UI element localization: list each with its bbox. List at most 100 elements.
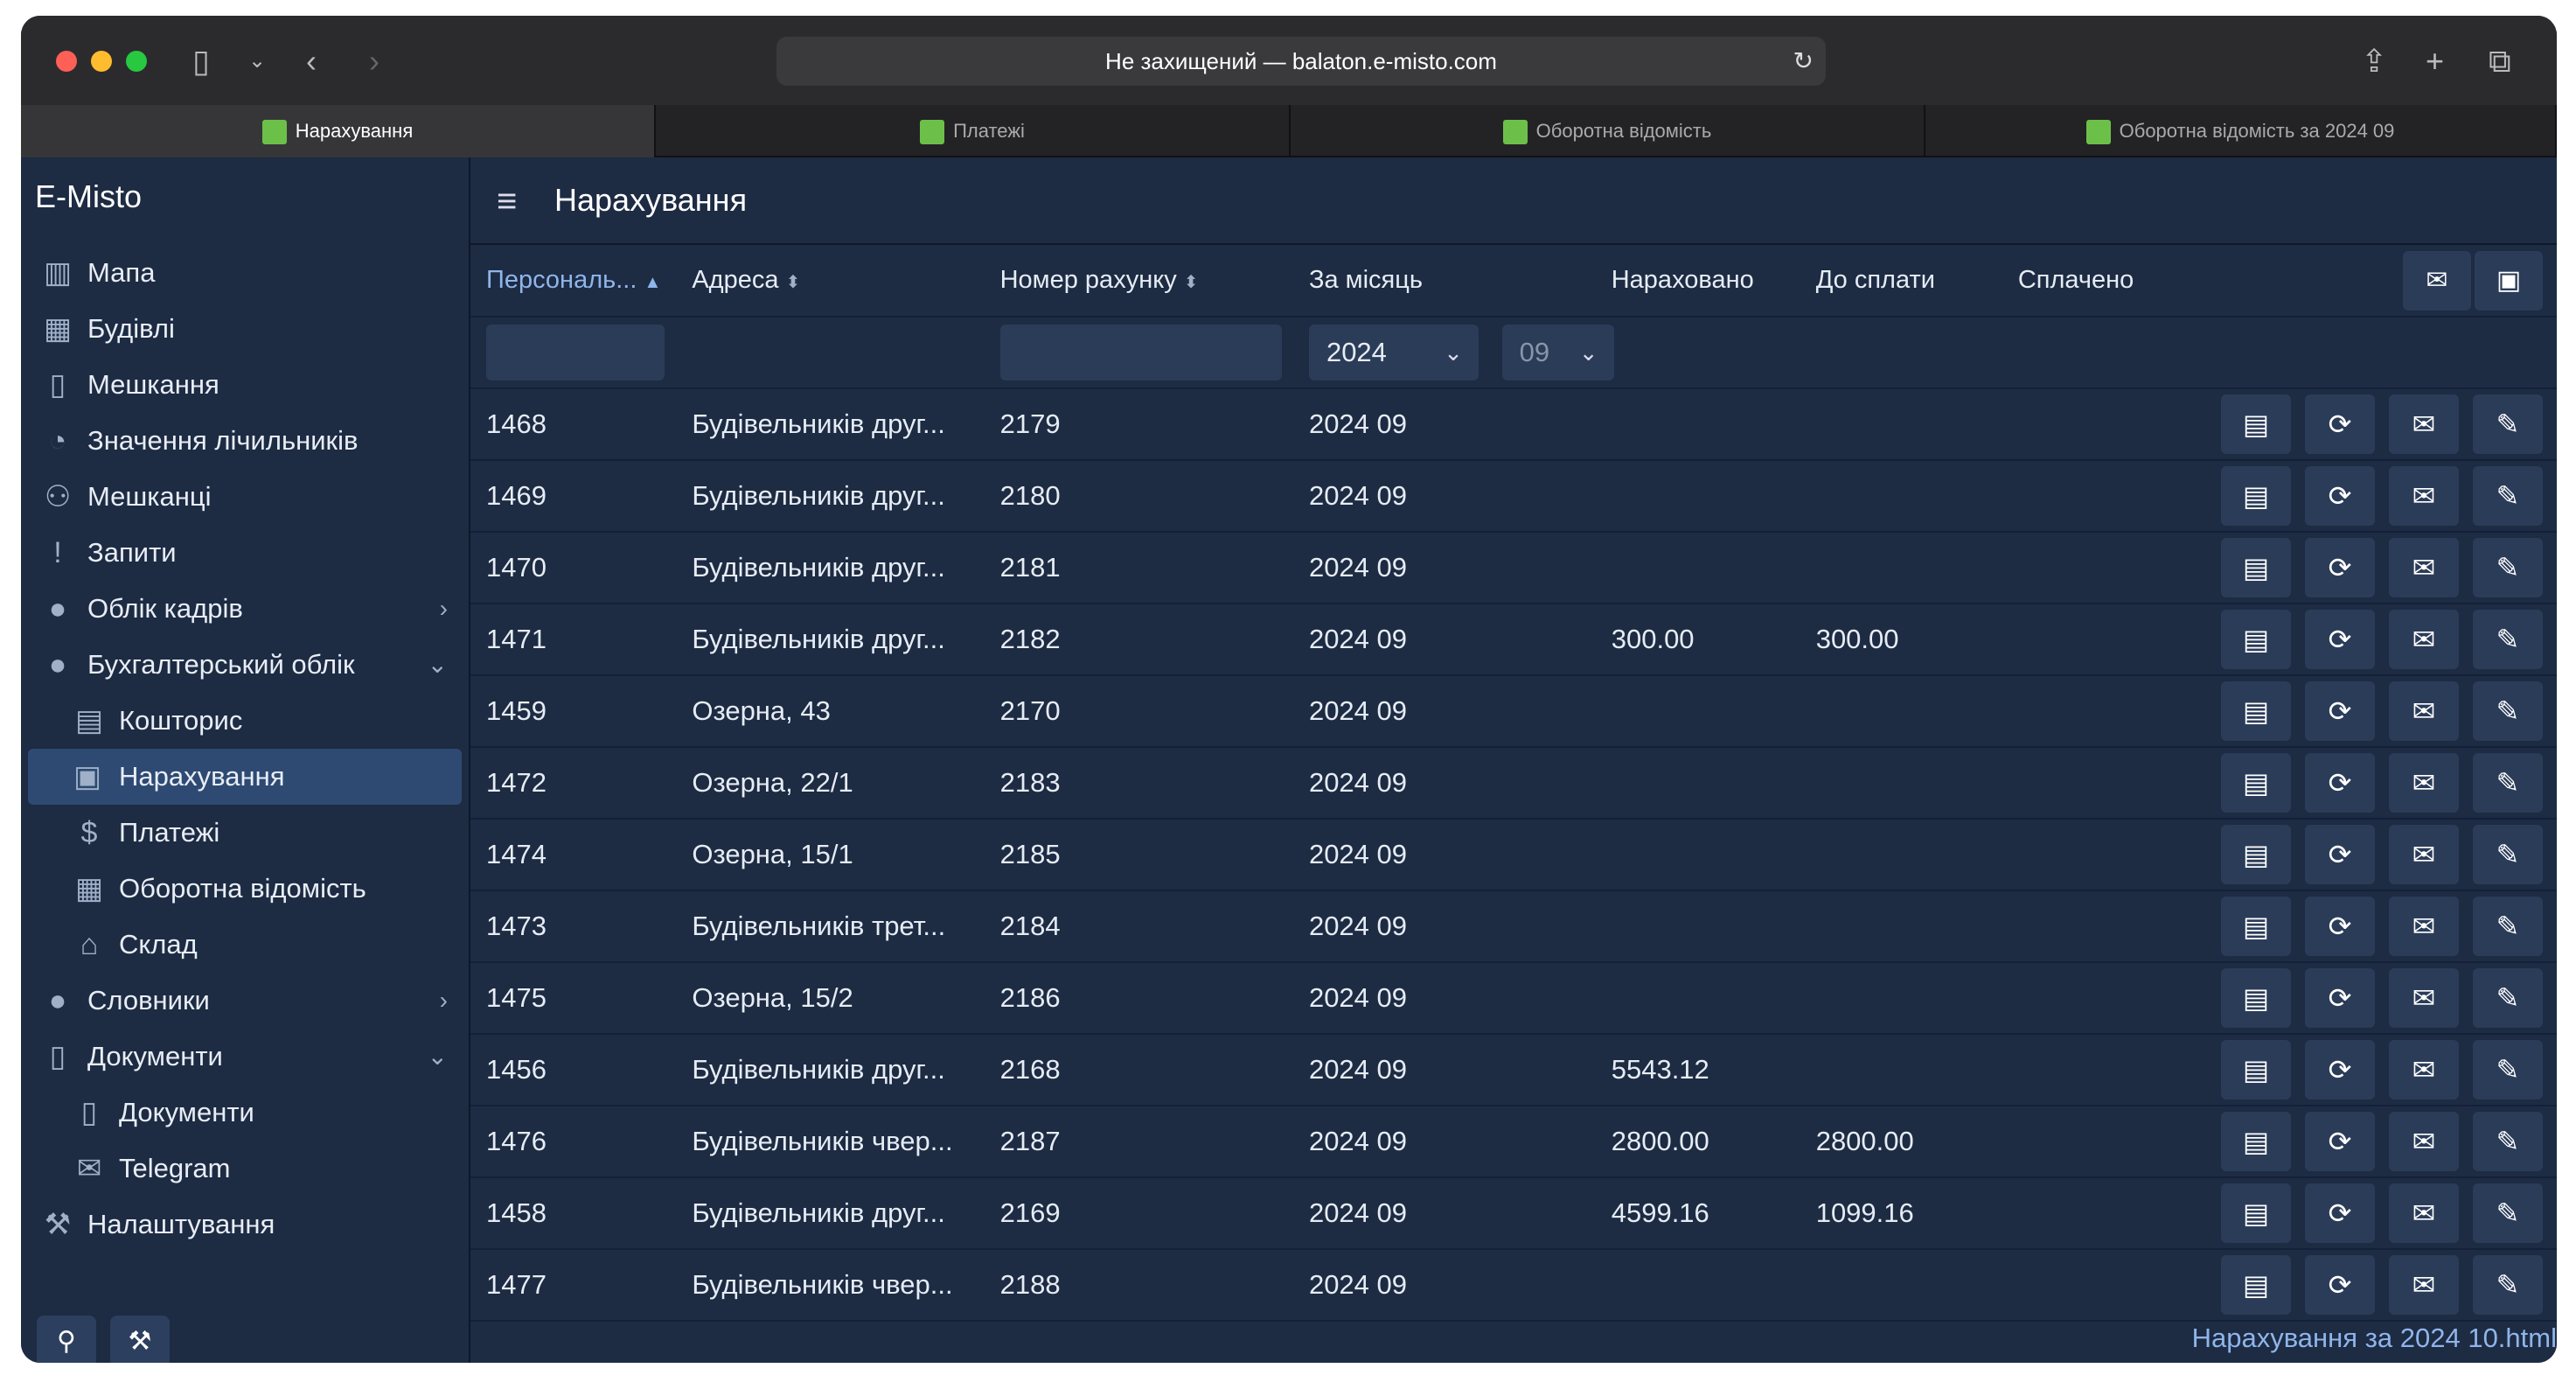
sidebar-item-telegram[interactable]: ✉ Telegram [21, 1141, 469, 1197]
minimize-window-button[interactable] [91, 51, 112, 72]
recalculate-button[interactable]: ⟳ [2305, 394, 2375, 454]
table-row[interactable]: 1475 Озерна, 15/2 2186 2024 09 ▤ ⟳ ✉ ✎ [470, 962, 2557, 1035]
invoice-all-button[interactable]: ▣ [2475, 250, 2543, 311]
table-row[interactable]: 1472 Озерна, 22/1 2183 2024 09 ▤ ⟳ ✉ ✎ [470, 747, 2557, 820]
recalculate-button[interactable]: ⟳ [2305, 466, 2375, 526]
view-document-button[interactable]: ▤ [2221, 1255, 2291, 1315]
sidebar-item-budget[interactable]: ▤ Кошторис [21, 693, 469, 749]
edit-button[interactable]: ✎ [2473, 538, 2543, 597]
sidebar-item-warehouse[interactable]: ⌂ Склад [21, 917, 469, 973]
table-row[interactable]: 1471 Будівельників друг... 2182 2024 09 300.… [470, 604, 2557, 676]
sidebar-item-turnover[interactable]: ▦ Оборотна відомість [21, 861, 469, 917]
table-row[interactable]: 1468 Будівельників друг... 2179 2024 09 ▤ ⟳ ✉ ✎ [470, 388, 2557, 461]
tab-overview-icon[interactable]: ⧉ [2489, 44, 2511, 79]
year-select[interactable]: 2024 ⌄ [1308, 325, 1479, 380]
table-row[interactable]: 1473 Будівельників трет... 2184 2024 09 ▤ ⟳ ✉ ✎ [470, 890, 2557, 963]
edit-button[interactable]: ✎ [2473, 1255, 2543, 1315]
send-email-button[interactable]: ✉ [2389, 1112, 2459, 1171]
edit-button[interactable]: ✎ [2473, 1183, 2543, 1243]
recalculate-button[interactable]: ⟳ [2305, 538, 2375, 597]
view-document-button[interactable]: ▤ [2221, 753, 2291, 813]
run-button[interactable]: ⚲ [37, 1316, 96, 1363]
sidebar-item-map[interactable]: ▥ Мапа [21, 245, 469, 301]
table-row[interactable]: 1477 Будівельників чвер... 2188 2024 09 ▤ ⟳ ✉ ✎ [470, 1249, 2557, 1322]
edit-button[interactable]: ✎ [2473, 394, 2543, 454]
recalculate-button[interactable]: ⟳ [2305, 1183, 2375, 1243]
view-document-button[interactable]: ▤ [2221, 394, 2291, 454]
hamburger-menu-icon[interactable]: ≡ [497, 182, 517, 221]
share-icon[interactable]: ⇪ [2361, 44, 2387, 79]
sidebar-item-meters[interactable]: ◔ Значення лічильників [21, 413, 469, 469]
tab-turnover[interactable]: Оборотна відомість [1291, 105, 1925, 157]
table-row[interactable]: 1459 Озерна, 43 2170 2024 09 ▤ ⟳ ✉ ✎ [470, 675, 2557, 748]
back-icon[interactable]: ‹ [306, 44, 317, 79]
send-email-button[interactable]: ✉ [2389, 753, 2459, 813]
recalculate-button[interactable]: ⟳ [2305, 610, 2375, 669]
sidebar-item-accruals[interactable]: ▣ Нарахування [28, 749, 462, 805]
recalculate-button[interactable]: ⟳ [2305, 968, 2375, 1028]
view-document-button[interactable]: ▤ [2221, 538, 2291, 597]
sidebar-toggle-icon[interactable]: ▯ [192, 44, 210, 79]
recalculate-button[interactable]: ⟳ [2305, 1255, 2375, 1315]
tab-turnover-2024-09[interactable]: Оборотна відомість за 2024 09 [1925, 105, 2557, 157]
view-document-button[interactable]: ▤ [2221, 610, 2291, 669]
download-link[interactable]: Нарахування за 2024 10.html [2192, 1323, 2557, 1354]
sidebar-item-payments[interactable]: $ Платежі [21, 805, 469, 861]
sidebar-item-hr[interactable]: ● Облік кадрів › [21, 581, 469, 637]
sidebar-item-residents[interactable]: ⚇ Мешканці [21, 469, 469, 525]
edit-button[interactable]: ✎ [2473, 1112, 2543, 1171]
table-row[interactable]: 1476 Будівельників чвер... 2187 2024 09 2800… [470, 1106, 2557, 1178]
sidebar-item-documents-group[interactable]: ▯ Документи ⌄ [21, 1029, 469, 1085]
forward-icon[interactable]: › [369, 44, 379, 79]
sidebar-item-accounting[interactable]: ● Бухгалтерський облік ⌄ [21, 637, 469, 693]
table-row[interactable]: 1458 Будівельників друг... 2169 2024 09 4599… [470, 1177, 2557, 1250]
table-row[interactable]: 1469 Будівельників друг... 2180 2024 09 ▤ ⟳ ✉ ✎ [470, 460, 2557, 533]
view-document-button[interactable]: ▤ [2221, 681, 2291, 741]
edit-button[interactable]: ✎ [2473, 1040, 2543, 1099]
edit-button[interactable]: ✎ [2473, 681, 2543, 741]
sidebar-item-buildings[interactable]: ▦ Будівлі [21, 301, 469, 357]
chevron-down-icon[interactable]: ⌄ [248, 44, 266, 79]
send-email-button[interactable]: ✉ [2389, 897, 2459, 956]
send-all-button[interactable]: ✉ [2403, 250, 2471, 311]
send-email-button[interactable]: ✉ [2389, 1183, 2459, 1243]
view-document-button[interactable]: ▤ [2221, 897, 2291, 956]
edit-button[interactable]: ✎ [2473, 466, 2543, 526]
recalculate-button[interactable]: ⟳ [2305, 897, 2375, 956]
edit-button[interactable]: ✎ [2473, 968, 2543, 1028]
account-filter-input[interactable] [999, 325, 1282, 380]
column-header-account[interactable]: Номер рахунку ⬍ [984, 245, 1293, 318]
sidebar-item-settings[interactable]: ⚒ Налаштування [21, 1197, 469, 1253]
send-email-button[interactable]: ✉ [2389, 610, 2459, 669]
send-email-button[interactable]: ✉ [2389, 394, 2459, 454]
edit-button[interactable]: ✎ [2473, 897, 2543, 956]
table-row[interactable]: 1456 Будівельників друг... 2168 2024 09 5543… [470, 1034, 2557, 1106]
sidebar-item-dwellings[interactable]: ▯ Мешкання [21, 357, 469, 413]
send-email-button[interactable]: ✉ [2389, 1255, 2459, 1315]
column-header-address[interactable]: Адреса ⬍ [676, 245, 985, 318]
view-document-button[interactable]: ▤ [2221, 1112, 2291, 1171]
reload-icon[interactable]: ↻ [1793, 37, 1814, 86]
zoom-window-button[interactable] [126, 51, 147, 72]
recalculate-button[interactable]: ⟳ [2305, 1040, 2375, 1099]
tab-payments[interactable]: Платежі [656, 105, 1291, 157]
view-document-button[interactable]: ▤ [2221, 968, 2291, 1028]
view-document-button[interactable]: ▤ [2221, 1183, 2291, 1243]
close-window-button[interactable] [56, 51, 77, 72]
tab-accruals[interactable]: Нарахування [21, 105, 656, 157]
view-document-button[interactable]: ▤ [2221, 825, 2291, 884]
table-row[interactable]: 1470 Будівельників друг... 2181 2024 09 ▤ ⟳ ✉ ✎ [470, 532, 2557, 604]
edit-button[interactable]: ✎ [2473, 610, 2543, 669]
table-row[interactable]: 1474 Озерна, 15/1 2185 2024 09 ▤ ⟳ ✉ ✎ [470, 819, 2557, 891]
address-bar[interactable]: Не захищений — balaton.e-misto.com ↻ [776, 37, 1826, 86]
tools-button[interactable]: ⚒ [110, 1316, 170, 1363]
send-email-button[interactable]: ✉ [2389, 1040, 2459, 1099]
sidebar-item-dictionaries[interactable]: ● Словники › [21, 973, 469, 1029]
recalculate-button[interactable]: ⟳ [2305, 753, 2375, 813]
view-document-button[interactable]: ▤ [2221, 1040, 2291, 1099]
edit-button[interactable]: ✎ [2473, 753, 2543, 813]
month-select[interactable]: 09 ⌄ [1501, 325, 1614, 380]
sidebar-item-requests[interactable]: ! Запити [21, 525, 469, 581]
send-email-button[interactable]: ✉ [2389, 825, 2459, 884]
sidebar-item-documents[interactable]: ▯ Документи [21, 1085, 469, 1141]
